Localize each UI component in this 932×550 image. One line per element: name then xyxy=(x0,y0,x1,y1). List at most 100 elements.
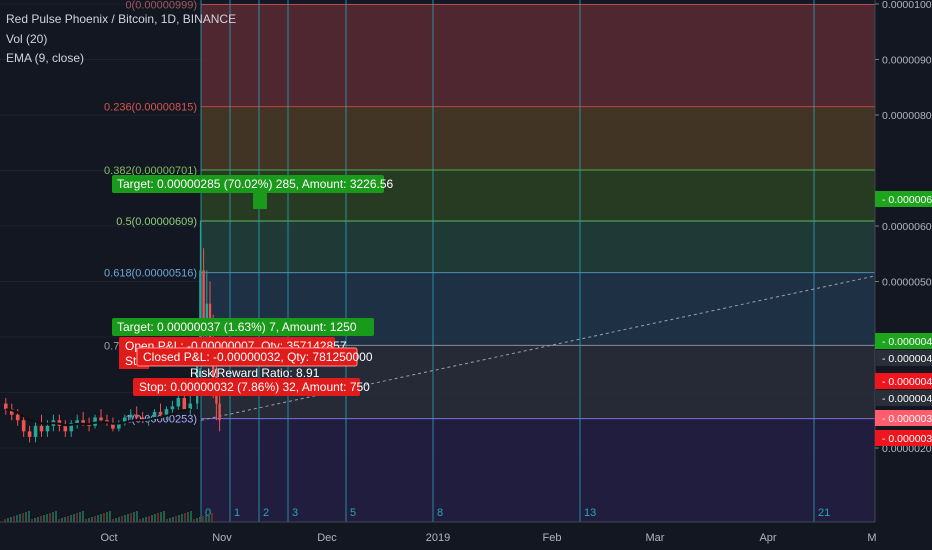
volume-bar xyxy=(211,513,213,522)
time-tick-label: Nov xyxy=(212,532,232,544)
volume-bar xyxy=(40,516,42,522)
fib-time-zone-label: 1 xyxy=(234,507,240,519)
volume-bar xyxy=(142,518,144,522)
volume-bar xyxy=(160,512,162,522)
time-tick-label: 2019 xyxy=(426,532,450,544)
volume-bar xyxy=(208,514,210,522)
candle-body xyxy=(170,406,175,410)
ema-indicator-label[interactable]: EMA (9, close) xyxy=(6,51,84,65)
volume-bar xyxy=(109,511,111,522)
volume-bar xyxy=(115,518,117,522)
price-tag-label: - 0.00000436 xyxy=(882,336,932,348)
volume-bar xyxy=(118,517,120,522)
candle-body xyxy=(164,409,169,415)
candle-body xyxy=(45,425,50,432)
price-tag-label: - 0.00000386 xyxy=(882,413,932,425)
fib-band xyxy=(201,221,875,273)
volume-bar xyxy=(136,511,138,522)
fib-level-label: 0(0.00000999) xyxy=(125,0,197,12)
price-tag-label: - 0.00000422 xyxy=(882,376,932,388)
volume-bar xyxy=(82,511,84,522)
price-tag-label: - 0.00000429 xyxy=(882,353,932,365)
volume-bar xyxy=(7,518,9,522)
volume-bar xyxy=(106,512,108,522)
fib-band xyxy=(201,4,875,107)
volume-bar xyxy=(124,515,126,522)
candle-body xyxy=(158,411,163,415)
volume-bar xyxy=(199,517,201,522)
volume-bar xyxy=(151,515,153,522)
volume-indicator-label[interactable]: Vol (20) xyxy=(6,32,47,46)
volume-bar xyxy=(184,513,186,522)
volume-bar xyxy=(163,511,165,522)
symbol-title[interactable]: Red Pulse Phoenix / Bitcoin, 1D, BINANCE xyxy=(6,12,236,26)
volume-bar xyxy=(16,515,18,522)
candle-body xyxy=(199,270,202,349)
volume-bar xyxy=(49,513,51,522)
candle-body xyxy=(152,411,157,418)
price-chart[interactable]: 0(0.00000999)0.236(0.00000815)0.382(0.00… xyxy=(0,0,932,550)
volume-bar xyxy=(175,516,177,522)
volume-bar xyxy=(130,513,132,522)
volume-bar xyxy=(70,515,72,522)
price-tick-label: 0.00001000 xyxy=(882,0,932,11)
volume-bar xyxy=(76,513,78,522)
volume-bar xyxy=(187,512,189,522)
fib-band xyxy=(201,418,875,522)
volume-bar xyxy=(52,512,54,522)
closed-pl-label: Closed P&L: -0.00000032, Qty: 781250000 xyxy=(143,350,373,364)
price-tick-label: 0.00000500 xyxy=(882,277,932,289)
volume-bar xyxy=(157,513,159,522)
time-tick-label: Feb xyxy=(543,532,562,544)
fib-level-label: 0.236(0.00000815) xyxy=(104,102,197,114)
price-tick-label: 0.00000900 xyxy=(882,55,932,67)
volume-bar xyxy=(181,514,183,522)
risk-reward-label: Risk/Reward Ratio: 8.91 xyxy=(190,366,320,380)
price-tick-label: 0.00000800 xyxy=(882,110,932,122)
volume-bar xyxy=(145,517,147,522)
volume-bar xyxy=(61,518,63,522)
volume-bar xyxy=(73,514,75,522)
volume-bar xyxy=(28,511,30,522)
volume-bar xyxy=(127,514,129,522)
candle-body xyxy=(27,431,32,437)
fib-level-label: 0.618(0.00000516) xyxy=(104,268,197,280)
candle-body xyxy=(93,417,97,426)
fib-time-zone-label: 21 xyxy=(818,507,830,519)
fib-time-zone-label: 3 xyxy=(292,507,298,519)
time-tick-label: Dec xyxy=(317,532,337,544)
candle-body xyxy=(39,425,44,432)
volume-bar xyxy=(148,516,150,522)
fib-level-label: 0.5(0.00000609) xyxy=(116,216,197,228)
volume-bar xyxy=(100,514,102,522)
volume-bar xyxy=(55,511,57,522)
volume-bar xyxy=(37,517,39,522)
fib-time-zone-label: 2 xyxy=(263,507,269,519)
volume-bar xyxy=(196,518,198,522)
candle-body xyxy=(63,425,68,432)
candle-body xyxy=(4,403,8,410)
fib-time-zone-label: 8 xyxy=(437,507,443,519)
volume-bar xyxy=(133,512,135,522)
volume-bar xyxy=(79,512,81,522)
time-tick-label: Apr xyxy=(759,532,776,544)
fib-time-zone-label: 5 xyxy=(350,507,356,519)
price-tag-label: - 0.00000407 xyxy=(882,393,932,405)
candle-body xyxy=(99,417,103,421)
fib-time-zone-label: 13 xyxy=(584,507,596,519)
candle-body xyxy=(218,403,221,421)
candle-body xyxy=(176,398,181,407)
candle-body xyxy=(21,420,26,432)
candle-body xyxy=(128,414,133,418)
volume-bar xyxy=(25,512,27,522)
volume-bar xyxy=(43,515,45,522)
volume-bar xyxy=(13,516,15,522)
fib-band xyxy=(201,106,875,170)
candle-body xyxy=(81,420,85,424)
candle-body xyxy=(15,414,20,421)
volume-bar xyxy=(10,517,12,522)
volume-bar xyxy=(22,513,24,522)
volume-bar xyxy=(103,513,105,522)
time-tick-label: Oct xyxy=(100,532,117,544)
volume-bar xyxy=(64,517,66,522)
